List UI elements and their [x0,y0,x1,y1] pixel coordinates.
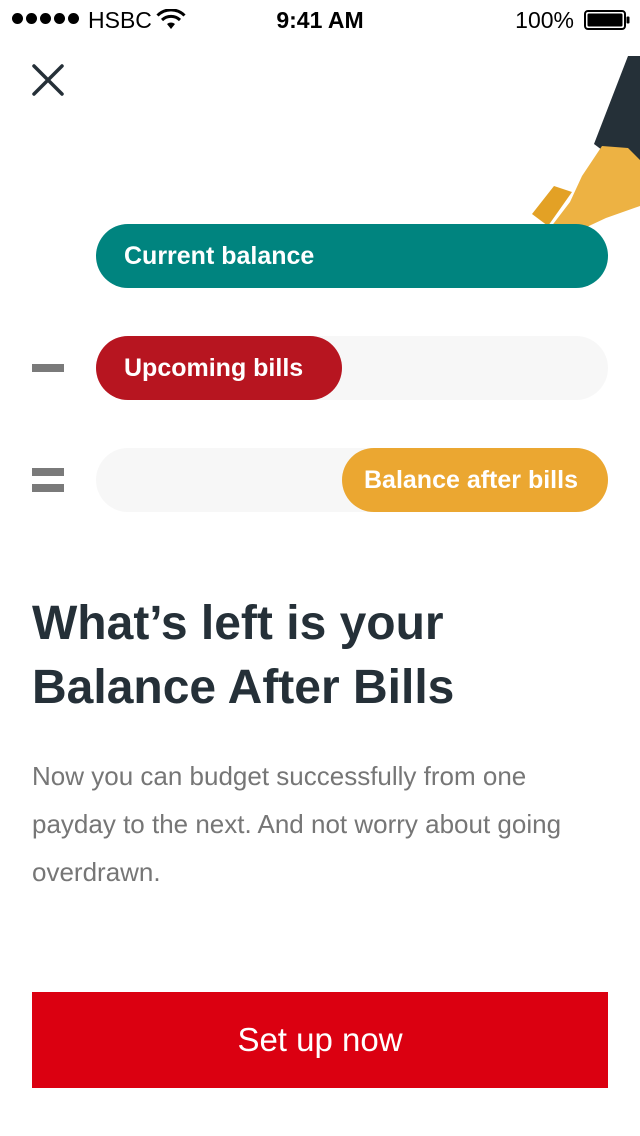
balance-after-bills-bar: Balance after bills [96,448,608,512]
current-balance-label: Current balance [124,241,315,270]
status-bar: HSBC 9:41 AM 100% [0,0,640,40]
upcoming-bills-label: Upcoming bills [124,353,304,382]
close-icon [32,64,64,96]
battery-percentage: 100% [515,7,574,33]
set-up-now-button[interactable]: Set up now [32,992,608,1088]
battery-icon [584,10,630,30]
current-balance-bar: Current balance [96,224,608,288]
balance-after-bills-pill: Balance after bills [342,448,608,512]
page-title: What’s left is your Balance After Bills [32,597,455,714]
upcoming-bills-bar: Upcoming bills [96,336,608,400]
upcoming-bills-pill: Upcoming bills [96,336,342,400]
minus-icon [32,364,64,372]
close-button[interactable] [28,60,68,100]
current-balance-pill: Current balance [96,224,608,288]
description-text: Now you can budget successfully from one… [32,761,562,887]
equals-icon [32,468,64,492]
balance-after-bills-label: Balance after bills [364,465,578,494]
